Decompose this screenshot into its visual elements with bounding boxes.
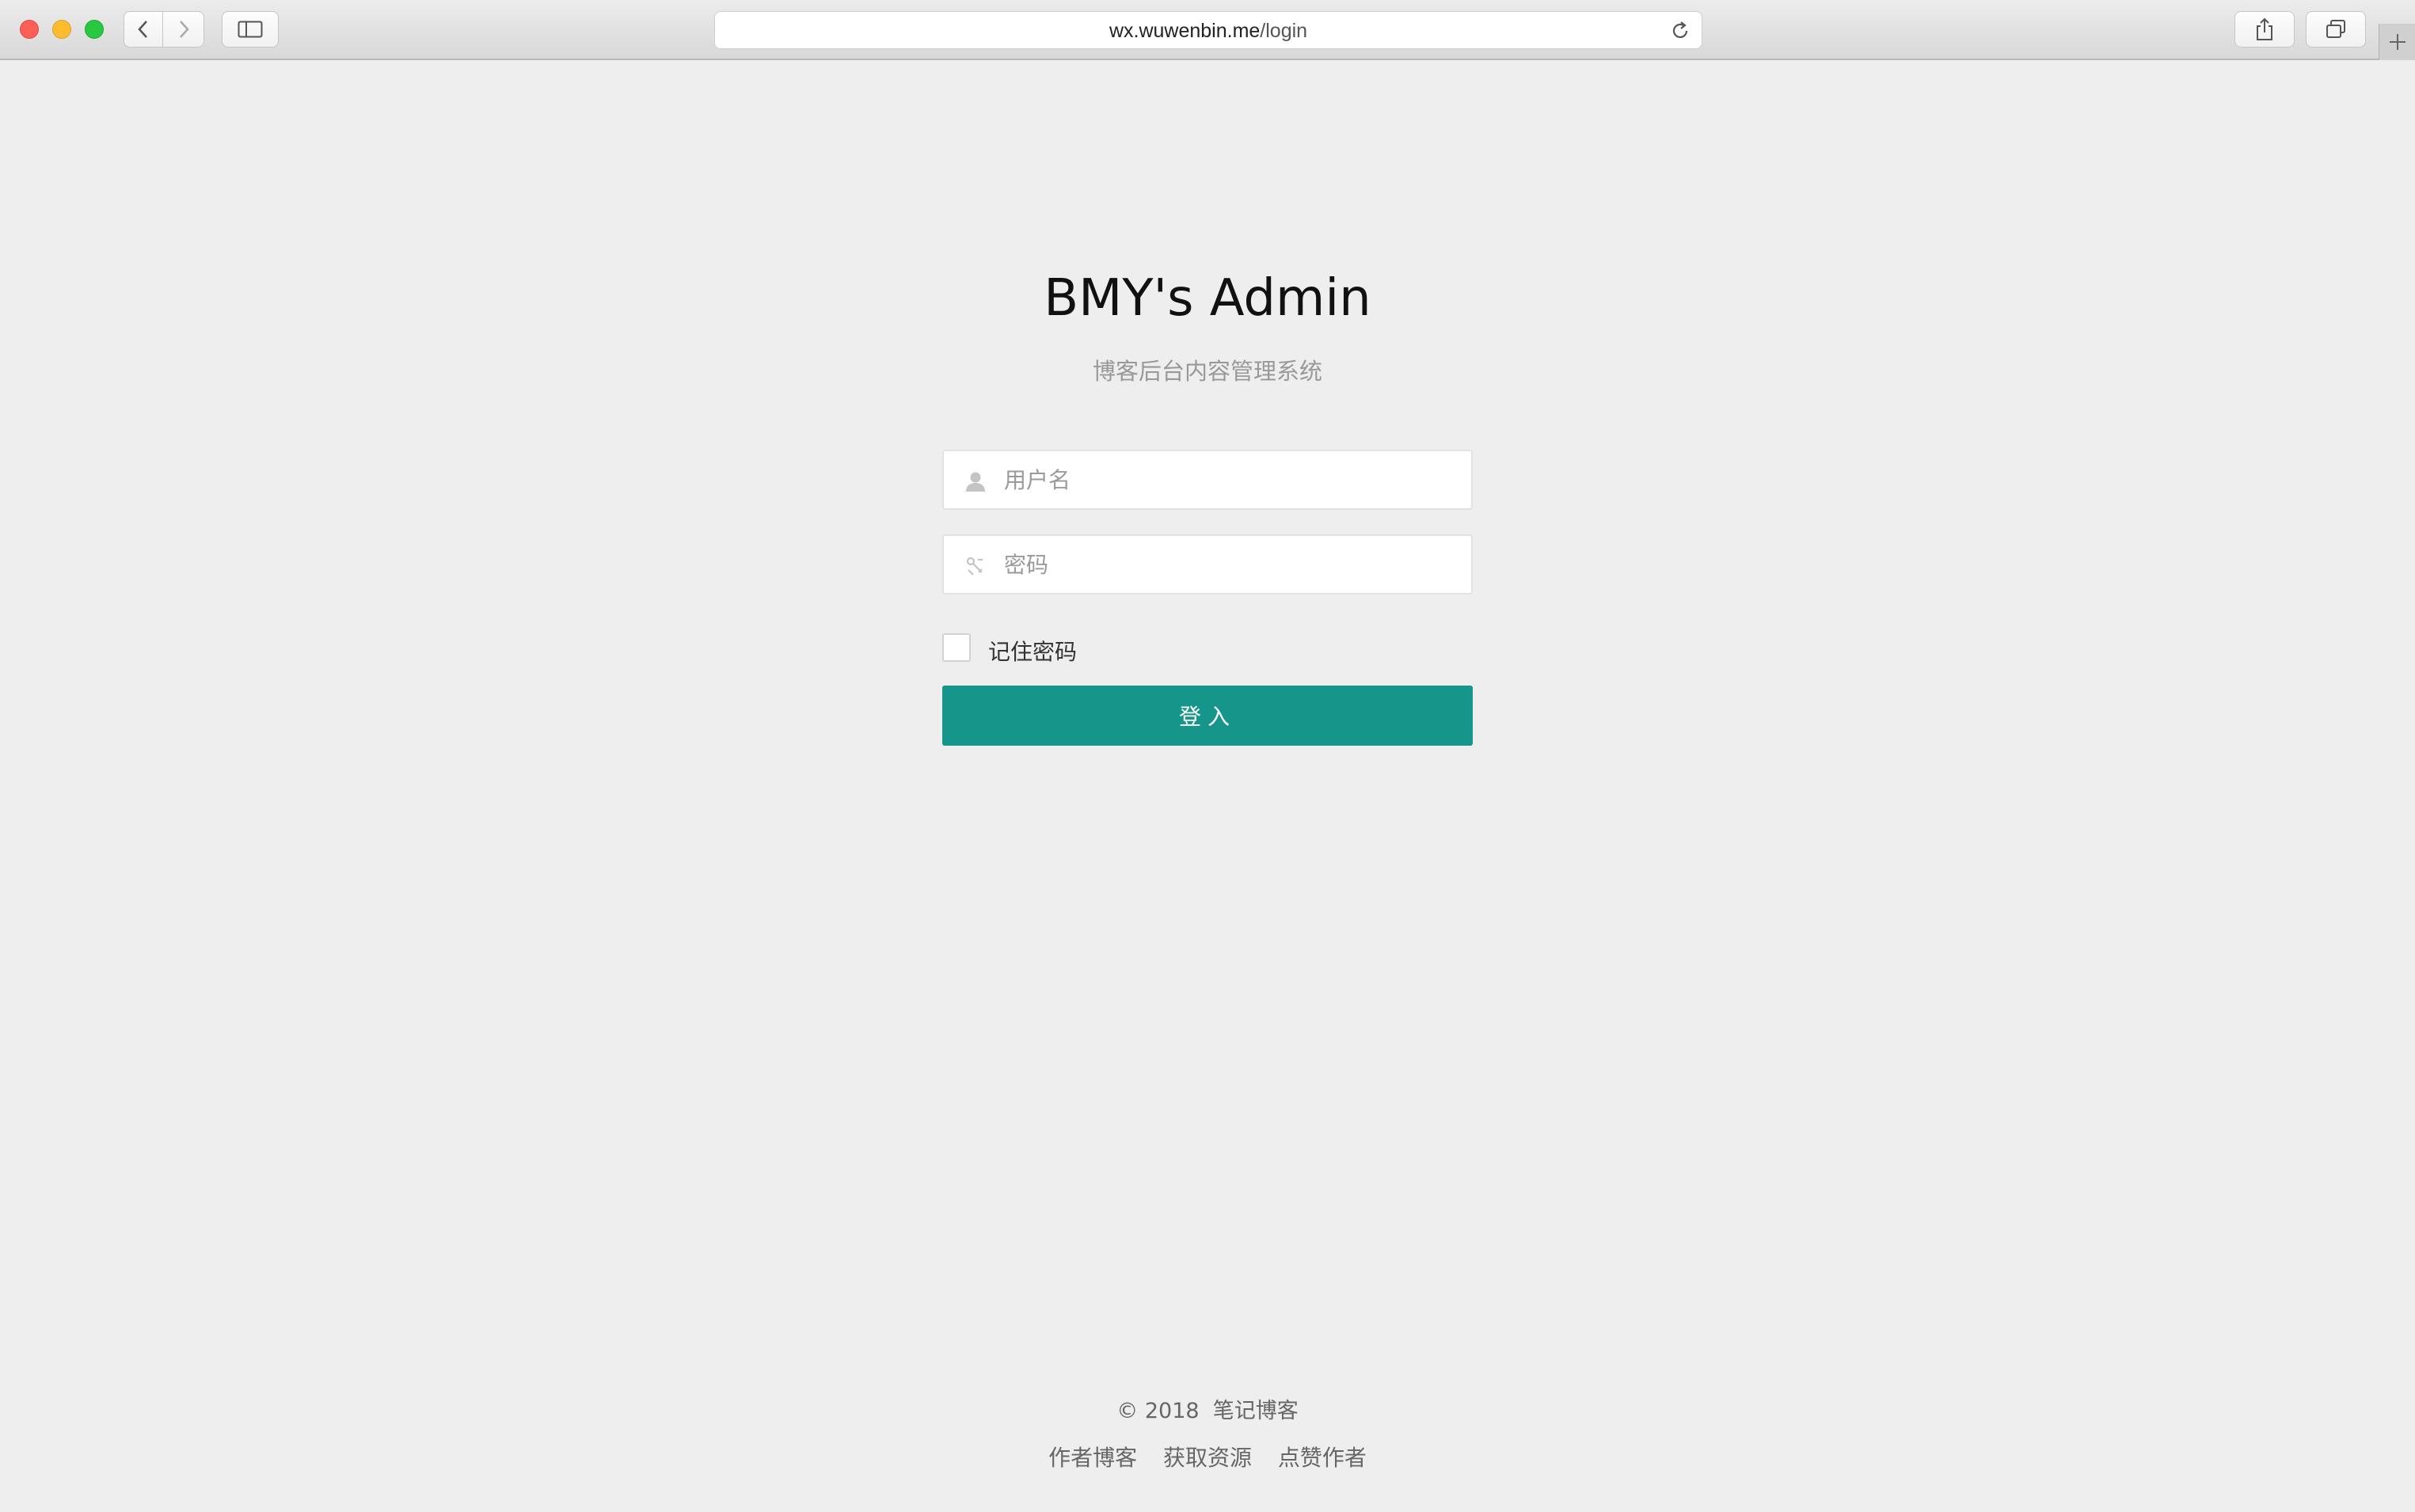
page-title: BMY's Admin (1044, 269, 1371, 328)
copyright-text: © 2018 (1116, 1399, 1200, 1423)
reload-icon[interactable] (1670, 21, 1690, 41)
username-field[interactable] (942, 450, 1473, 510)
forward-button[interactable] (163, 11, 204, 47)
browser-window: wx.wuwenbin.me/login BMY's Admin 博客后台内容管… (0, 0, 2415, 1512)
url-text: wx.wuwenbin.me/login (715, 20, 1702, 43)
sidebar-icon (238, 21, 263, 38)
url-host: wx.wuwenbin.me (1109, 20, 1261, 42)
password-input[interactable] (1004, 536, 1463, 593)
share-button[interactable] (2234, 11, 2295, 47)
footer-copyright: © 2018 笔记博客 (0, 1393, 2415, 1424)
remember-label: 记住密码 (988, 639, 1078, 665)
chevron-right-icon (179, 21, 189, 38)
username-input[interactable] (1004, 451, 1463, 508)
maximize-window-button[interactable] (85, 20, 104, 39)
minimize-window-button[interactable] (52, 20, 71, 39)
login-button[interactable]: 登入 (942, 686, 1473, 746)
page-subtitle: 博客后台内容管理系统 (1092, 358, 1322, 385)
plus-icon (2390, 34, 2405, 50)
show-tabs-button[interactable] (2306, 11, 2366, 47)
password-icon (966, 557, 983, 576)
footer-links: 作者博客 获取资源 点赞作者 (0, 1441, 2415, 1472)
login-page: BMY's Admin 博客后台内容管理系统 记住密码 登入 © 2018 笔记… (0, 62, 2415, 1512)
password-field[interactable] (942, 534, 1473, 595)
site-name: 笔记博客 (1212, 1399, 1299, 1423)
remember-checkbox[interactable] (942, 633, 971, 662)
sidebar-toggle-button[interactable] (222, 11, 279, 47)
url-path: /login (1260, 20, 1308, 42)
footer-link-get-resources[interactable]: 获取资源 (1163, 1445, 1252, 1471)
footer-link-like-author[interactable]: 点赞作者 (1278, 1445, 1367, 1471)
footer-link-author-blog[interactable]: 作者博客 (1048, 1445, 1137, 1471)
browser-toolbar: wx.wuwenbin.me/login (0, 0, 2415, 60)
close-window-button[interactable] (20, 20, 39, 39)
chevron-left-icon (138, 21, 147, 38)
back-button[interactable] (124, 11, 163, 47)
user-icon (966, 472, 985, 492)
new-tab-button[interactable] (2379, 24, 2415, 60)
share-icon (2257, 17, 2272, 40)
tabs-overview-icon (2326, 20, 2345, 38)
address-bar[interactable]: wx.wuwenbin.me/login (714, 11, 1702, 49)
